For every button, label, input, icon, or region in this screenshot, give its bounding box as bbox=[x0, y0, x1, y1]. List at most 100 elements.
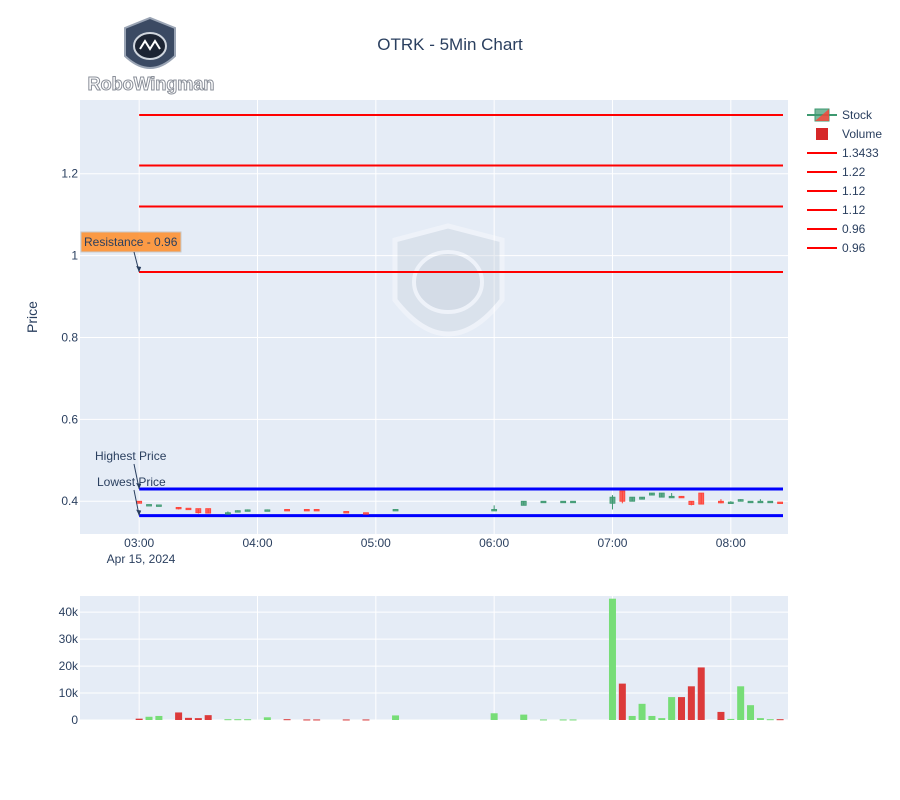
volume-tick-label: 30k bbox=[59, 632, 79, 646]
volume-bar bbox=[766, 719, 774, 721]
volume-bar bbox=[678, 697, 686, 720]
volume-tick-label: 0 bbox=[71, 713, 78, 727]
volume-bar bbox=[697, 667, 705, 720]
candle-body bbox=[698, 492, 705, 505]
volume-bar bbox=[776, 719, 784, 721]
time-tick-label: 06:00 bbox=[479, 536, 509, 550]
candle-body bbox=[392, 509, 399, 512]
price-axis-ticks: 0.4 0.6 0.8 1 1.2 bbox=[61, 167, 78, 509]
volume-bar bbox=[648, 715, 656, 720]
candle-body bbox=[520, 500, 527, 506]
highest-price-annotation: Highest Price bbox=[95, 449, 167, 463]
date-label: Apr 15, 2024 bbox=[107, 552, 176, 566]
legend-item[interactable]: 1.12 bbox=[807, 184, 866, 198]
volume-bar bbox=[283, 719, 291, 721]
legend[interactable]: Stock Volume 1.3433 1.22 1.12 1.12 0.96 0.96 bbox=[807, 108, 882, 255]
resistance-annotation-text: Resistance - 0.96 bbox=[84, 235, 178, 249]
legend-label: 0.96 bbox=[842, 222, 866, 236]
volume-bar bbox=[638, 703, 646, 720]
volume-bar bbox=[234, 719, 242, 721]
candle-body bbox=[767, 500, 774, 504]
legend-volume-icon bbox=[816, 128, 828, 140]
time-tick-label: 08:00 bbox=[716, 536, 746, 550]
volume-bar bbox=[628, 715, 636, 720]
volume-bar bbox=[362, 719, 370, 721]
watermark-helmet-icon bbox=[392, 223, 505, 337]
price-tick-label: 0.4 bbox=[61, 494, 78, 508]
candle-body bbox=[540, 500, 547, 504]
volume-bar bbox=[737, 686, 745, 720]
volume-bar bbox=[520, 714, 528, 720]
volume-bar bbox=[244, 719, 252, 721]
legend-label: 0.96 bbox=[842, 241, 866, 255]
time-axis-ticks: 03:00 04:00 05:00 06:00 07:00 08:00 bbox=[124, 536, 746, 550]
price-tick-label: 0.8 bbox=[61, 330, 78, 344]
candle-body bbox=[136, 500, 143, 504]
volume-bar bbox=[747, 705, 755, 720]
volume-bar bbox=[135, 718, 143, 720]
candle-body bbox=[491, 509, 498, 512]
legend-label: Volume bbox=[842, 127, 882, 141]
candle-body bbox=[284, 509, 290, 512]
candle-body bbox=[234, 510, 241, 513]
candle-body bbox=[619, 490, 626, 502]
volume-bar bbox=[658, 718, 666, 720]
candle-body bbox=[363, 512, 369, 515]
candle-body bbox=[264, 509, 271, 512]
candle-body bbox=[146, 504, 152, 507]
astronaut-helmet-icon bbox=[124, 16, 176, 69]
candle-body bbox=[343, 511, 350, 514]
y-axis-title: Price bbox=[24, 301, 40, 333]
legend-label: 1.3433 bbox=[842, 146, 879, 160]
volume-bar bbox=[608, 598, 616, 720]
legend-item[interactable]: 1.12 bbox=[807, 203, 866, 217]
volume-bar bbox=[756, 718, 764, 720]
volume-bar bbox=[342, 719, 350, 721]
price-tick-label: 1 bbox=[71, 249, 78, 263]
volume-bar bbox=[618, 683, 626, 720]
volume-bar bbox=[303, 719, 311, 721]
time-tick-label: 07:00 bbox=[597, 536, 627, 550]
time-tick-label: 03:00 bbox=[124, 536, 154, 550]
legend-item[interactable]: Stock bbox=[807, 108, 873, 122]
candle-body bbox=[225, 512, 231, 515]
volume-tick-label: 20k bbox=[59, 659, 79, 673]
volume-bar bbox=[263, 717, 271, 720]
candle-body bbox=[668, 495, 675, 499]
volume-bar bbox=[145, 716, 153, 720]
legend-label: 1.12 bbox=[842, 184, 866, 198]
volume-bar bbox=[569, 719, 577, 721]
volume-bar bbox=[155, 715, 163, 720]
legend-item[interactable]: 1.22 bbox=[807, 165, 866, 179]
candle-body bbox=[737, 499, 744, 502]
volume-bar bbox=[184, 717, 192, 720]
volume-bar bbox=[717, 711, 725, 720]
candle-body bbox=[639, 496, 645, 500]
volume-bar bbox=[194, 718, 202, 720]
legend-label: Stock bbox=[842, 108, 873, 122]
candle-body bbox=[727, 501, 734, 504]
volume-bar bbox=[392, 715, 400, 720]
legend-item[interactable]: 1.3433 bbox=[807, 146, 879, 160]
chart: OTRK - 5Min Chart RoboWingman 0.4 0.6 0.8 1… bbox=[24, 16, 882, 727]
candle-body bbox=[244, 509, 251, 512]
lowest-price-annotation: Lowest Price bbox=[97, 475, 166, 489]
legend-item[interactable]: Volume bbox=[816, 127, 882, 141]
candle-body bbox=[609, 496, 616, 504]
legend-item[interactable]: 0.96 bbox=[807, 222, 866, 236]
candle-body bbox=[718, 500, 724, 504]
candle-body bbox=[658, 492, 665, 498]
candle-body bbox=[747, 500, 754, 504]
volume-bar bbox=[668, 697, 676, 720]
candle-body bbox=[313, 509, 320, 512]
legend-item[interactable]: 0.96 bbox=[807, 241, 866, 255]
candle-body bbox=[688, 500, 695, 505]
volume-tick-label: 10k bbox=[59, 686, 79, 700]
candle-body bbox=[560, 500, 567, 504]
price-tick-label: 0.6 bbox=[61, 412, 78, 426]
candle-body bbox=[185, 507, 192, 511]
logo-text: RoboWingman bbox=[88, 74, 215, 94]
volume-tick-label: 40k bbox=[59, 605, 79, 619]
volume-bar bbox=[175, 712, 183, 720]
candle-body bbox=[649, 492, 655, 496]
